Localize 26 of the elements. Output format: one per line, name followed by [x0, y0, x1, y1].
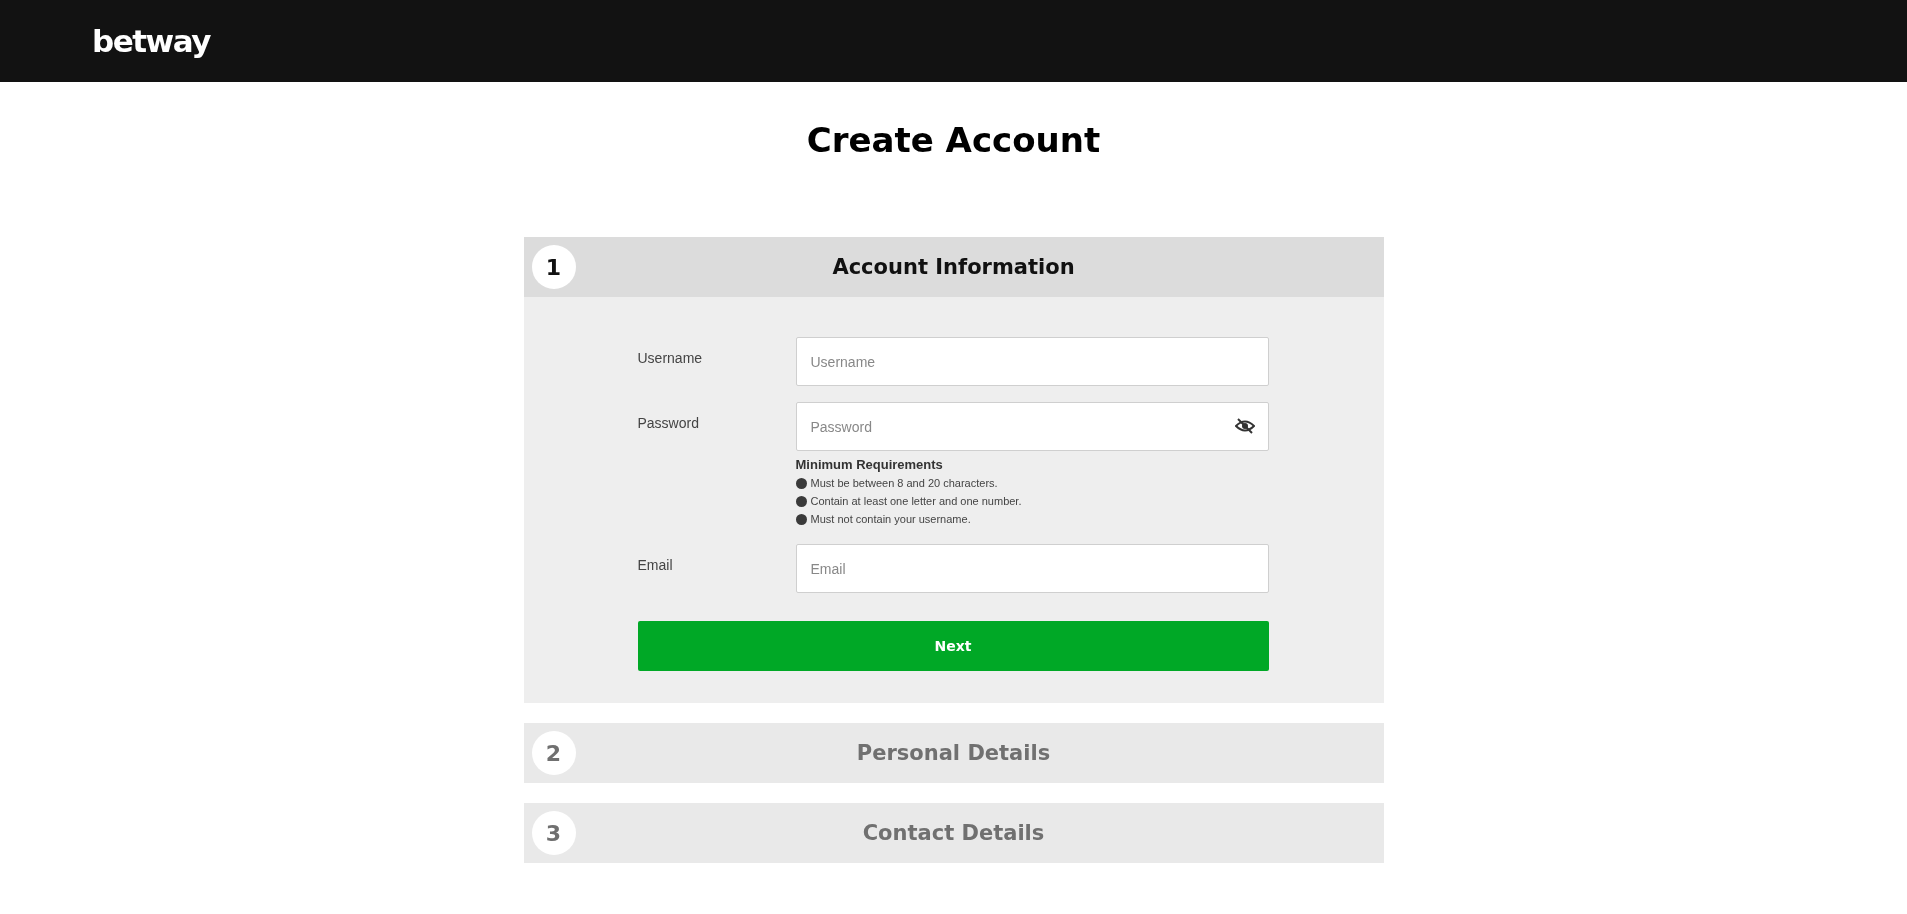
logo[interactable]: betway	[92, 23, 210, 59]
input-field[interactable]: Username	[795, 337, 1269, 386]
requirement-text: Contain at least one letter and one number.	[810, 495, 1022, 507]
step-header[interactable]: 1 Account Information	[523, 237, 1384, 297]
step-number: 1	[531, 245, 576, 289]
field-label: Password	[637, 414, 700, 433]
input-field[interactable]: Email	[795, 544, 1269, 593]
step-header[interactable]: 3 Contact Details	[523, 803, 1384, 863]
hidden-eye-icon[interactable]	[1234, 418, 1255, 434]
requirement-text: Must be between 8 and 20 characters.	[810, 477, 998, 489]
requirements-title: Minimum Requirements	[795, 456, 944, 474]
step-header[interactable]: 2 Personal Details	[523, 723, 1384, 783]
bullet-icon	[795, 495, 807, 507]
step-number: 2	[531, 731, 576, 775]
bullet-icon	[795, 477, 807, 489]
step-number: 3	[531, 811, 576, 855]
requirement-text: Must not contain your username.	[810, 513, 971, 525]
field-label: Username	[637, 349, 704, 368]
password-field[interactable]: Password	[795, 402, 1269, 451]
step-title: Contact Details	[862, 821, 1045, 845]
step-title: Account Information	[832, 255, 1075, 279]
bullet-icon	[795, 513, 807, 525]
field-label: Email	[637, 556, 674, 575]
next-button[interactable]: Next	[637, 621, 1269, 671]
step-title: Personal Details	[856, 741, 1051, 765]
page-title: Create Account	[805, 119, 1102, 162]
